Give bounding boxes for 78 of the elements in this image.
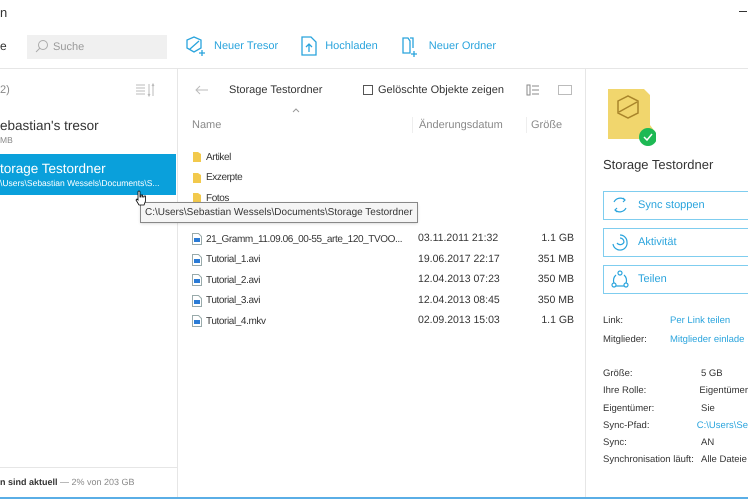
search-icon bbox=[35, 38, 49, 52]
file-name[interactable]: Tutorial_1.avi bbox=[206, 252, 418, 268]
file-date: 02.09.2013 15:03 bbox=[418, 313, 501, 328]
show-deleted-checkbox[interactable]: Gelöschte Objekte zeigen bbox=[363, 82, 504, 98]
upload-icon bbox=[300, 35, 318, 57]
video-file-icon bbox=[192, 315, 202, 328]
file-size: 1.1 GB bbox=[540, 313, 574, 328]
window-title: n bbox=[0, 6, 8, 18]
vault-item[interactable]: torage Testordner \Users\Sebastian Wessels\Documents\S... bbox=[0, 154, 176, 195]
property-label: Ihre Rolle: bbox=[603, 384, 648, 398]
video-file-icon bbox=[192, 294, 202, 307]
column-header[interactable]: Änderungsdatum bbox=[412, 116, 526, 134]
file-date: 12.04.2013 07:23 bbox=[418, 272, 501, 288]
column-header[interactable]: Name bbox=[192, 116, 412, 134]
folder-icon bbox=[192, 192, 202, 204]
file-size: 351 MB bbox=[536, 252, 574, 267]
property-link[interactable]: C:\Users\Se bbox=[696, 418, 748, 433]
property-label: Eigentümer: bbox=[603, 402, 656, 416]
property-label: Link: bbox=[603, 314, 624, 328]
vault-name: ebastian's tresor bbox=[0, 116, 100, 134]
folder-path: Storage Testordner bbox=[229, 82, 324, 98]
path-tooltip: C:\Users\Sebastian Wessels\Documents\Storage Testordner bbox=[140, 202, 418, 223]
file-name[interactable]: Exzerpte bbox=[206, 170, 418, 186]
property-value: Sie bbox=[701, 402, 715, 416]
action-button[interactable]: Teilen bbox=[603, 264, 748, 294]
property-value: AN bbox=[701, 436, 714, 450]
file-name[interactable]: 21_Gramm_11.09.06_00-55_arte_120_TVOO... bbox=[206, 232, 418, 247]
vault-item[interactable]: ebastian's tresor MB bbox=[0, 111, 176, 152]
details-view-icon[interactable] bbox=[526, 84, 540, 96]
sort-icon[interactable] bbox=[135, 83, 155, 97]
action-button[interactable]: Aktivität bbox=[603, 228, 748, 256]
toolbar-button[interactable]: Neuer Ordner bbox=[400, 35, 496, 57]
file-date: 19.06.2017 22:17 bbox=[418, 252, 501, 267]
property-label: Sync: bbox=[603, 436, 628, 450]
property-label: Größe: bbox=[603, 367, 634, 381]
column-header[interactable]: Größe bbox=[526, 116, 562, 134]
property-link[interactable]: Per Link teilen bbox=[670, 314, 730, 328]
file-size: 1.1 GB bbox=[540, 231, 574, 246]
hand-cursor-icon bbox=[135, 190, 147, 206]
vault-name: torage Testordner bbox=[0, 160, 107, 177]
video-file-icon bbox=[192, 254, 202, 266]
video-file-icon bbox=[192, 274, 202, 286]
share-icon bbox=[610, 269, 630, 289]
toolbar-button[interactable]: Hochladen bbox=[300, 35, 378, 57]
vault-title: Storage Testordner bbox=[603, 156, 714, 174]
property-value: 5 GB bbox=[701, 367, 723, 381]
vault-subtitle: \Users\Sebastian Wessels\Documents\S... bbox=[0, 176, 161, 190]
video-file-icon bbox=[192, 233, 202, 246]
property-label: Sync-Pfad: bbox=[603, 418, 650, 433]
search-field[interactable]: Suche bbox=[27, 34, 167, 58]
vault-subtitle: MB bbox=[0, 134, 14, 146]
property-label: Mitglieder: bbox=[603, 332, 648, 347]
file-date: 12.04.2013 08:45 bbox=[418, 292, 501, 308]
file-size: 350 MB bbox=[536, 292, 574, 308]
sort-caret-icon bbox=[292, 108, 300, 113]
file-date: 03.11.2011 21:32 bbox=[418, 231, 500, 246]
preview-pane-icon[interactable] bbox=[558, 85, 572, 95]
vault-folder-icon bbox=[608, 89, 656, 147]
sync-status: n sind aktuell — 2% von 203 GB bbox=[0, 476, 135, 489]
folder-icon bbox=[192, 172, 202, 184]
property-value: Alle Dateie bbox=[701, 453, 747, 468]
hexagon-plus-icon bbox=[185, 35, 207, 57]
file-size: 350 MB bbox=[536, 272, 574, 288]
property-link[interactable]: Mitglieder einlade bbox=[670, 332, 744, 347]
toolbar-button[interactable]: Neuer Tresor bbox=[185, 35, 278, 57]
toolbar-text: e bbox=[0, 38, 8, 55]
file-name[interactable]: Tutorial_4.mkv bbox=[206, 314, 418, 329]
property-value: Eigentümer bbox=[699, 384, 748, 398]
activity-icon bbox=[610, 232, 630, 252]
folder-icon bbox=[192, 151, 202, 164]
vault-count: 2) bbox=[0, 82, 10, 98]
property-label: Synchronisation läuft: bbox=[603, 453, 695, 468]
file-name[interactable]: Artikel bbox=[206, 150, 418, 165]
back-arrow-icon[interactable] bbox=[195, 85, 209, 95]
minimize-icon[interactable] bbox=[739, 11, 747, 13]
action-button[interactable]: Sync stoppen bbox=[603, 190, 748, 220]
file-name[interactable]: Tutorial_3.avi bbox=[206, 293, 418, 308]
file-name[interactable]: Tutorial_2.avi bbox=[206, 272, 418, 288]
